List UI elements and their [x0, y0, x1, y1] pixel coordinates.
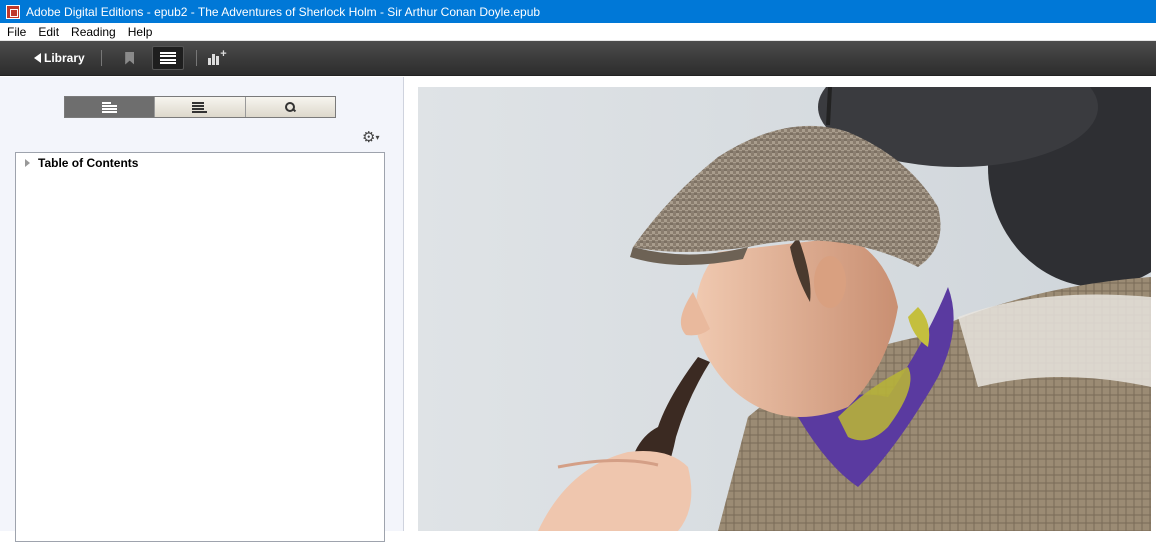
bookmark-icon	[125, 51, 135, 65]
reading-pane	[405, 77, 1156, 531]
toolbar-divider	[195, 50, 197, 66]
toc-root-item[interactable]: Table of Contents	[16, 153, 384, 170]
menu-file[interactable]: File	[0, 23, 32, 41]
menu-edit[interactable]: Edit	[32, 23, 65, 41]
window-title: Adobe Digital Editions - epub2 - The Adv…	[26, 4, 541, 19]
menu-help[interactable]: Help	[122, 23, 159, 41]
panel-tabs	[64, 96, 336, 118]
book-cover-image	[418, 87, 1151, 531]
menu-bar: File Edit Reading Help	[0, 23, 1156, 41]
bookmark-button[interactable]	[114, 46, 146, 70]
expand-arrow-icon[interactable]	[25, 159, 30, 167]
search-icon	[284, 101, 296, 113]
back-arrow-icon	[34, 53, 41, 63]
bookmarks-icon	[192, 101, 208, 113]
menu-reading[interactable]: Reading	[65, 23, 122, 41]
tab-search[interactable]	[244, 97, 335, 117]
tab-bookmarks[interactable]	[154, 97, 245, 117]
library-label: Library	[44, 51, 85, 65]
tab-table-of-contents[interactable]	[65, 97, 155, 117]
table-of-contents-tree: Table of Contents	[15, 152, 385, 542]
navigation-panel: ⚙▾ Table of Contents	[0, 77, 404, 542]
table-of-contents-icon	[102, 101, 118, 113]
gear-icon[interactable]: ⚙▾	[362, 130, 379, 145]
reader-toolbar: Library +	[0, 41, 1156, 76]
stats-button[interactable]: +	[201, 46, 233, 70]
app-icon	[6, 4, 20, 19]
toolbar-divider	[100, 50, 102, 66]
stats-add-icon: +	[207, 49, 227, 65]
toc-toggle-button[interactable]	[151, 46, 184, 70]
toc-root-label: Table of Contents	[38, 156, 139, 170]
title-bar: Adobe Digital Editions - epub2 - The Adv…	[0, 0, 1156, 23]
library-button[interactable]: Library	[30, 46, 89, 70]
toc-list-icon	[160, 52, 176, 64]
